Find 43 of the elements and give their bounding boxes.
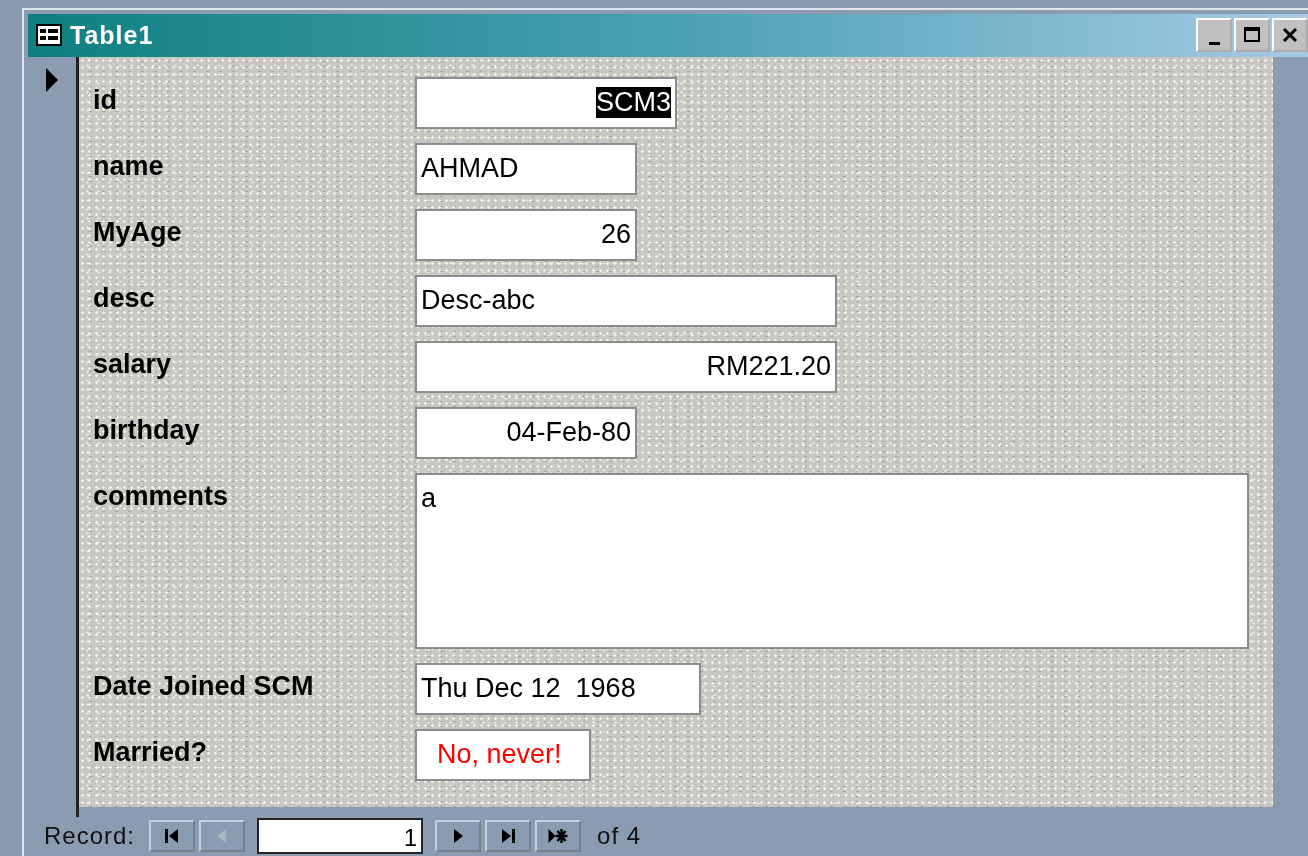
- form-icon: [36, 24, 62, 47]
- field-value: SCM3: [596, 86, 671, 118]
- new-record-button[interactable]: [535, 820, 582, 853]
- record-number-field[interactable]: 1: [257, 818, 424, 855]
- field-value: Desc-abc: [421, 284, 536, 316]
- field-value: a: [421, 482, 437, 514]
- close-button[interactable]: [1272, 18, 1308, 53]
- field-value: AHMAD: [421, 152, 519, 184]
- last-record-button[interactable]: [485, 820, 532, 853]
- field-value: 04-Feb-80: [506, 416, 631, 448]
- input-field[interactable]: Thu Dec 12 1968: [415, 662, 701, 715]
- window-title: Table1: [70, 20, 154, 50]
- minimize-icon: [1208, 41, 1220, 45]
- field-label: MyAge: [92, 215, 183, 248]
- field-label: id: [92, 83, 118, 116]
- field-label: name: [92, 149, 165, 182]
- field-label: birthday: [92, 413, 201, 446]
- field-label: desc: [92, 281, 156, 314]
- field-label: Date Joined SCM: [92, 669, 315, 702]
- record-label: Record:: [44, 822, 136, 851]
- field-value: 26: [600, 218, 631, 250]
- current-record-icon: [45, 66, 59, 93]
- input-field[interactable]: AHMAD: [415, 142, 637, 195]
- text-area[interactable]: a: [415, 472, 1249, 649]
- field-label: Married?: [92, 735, 209, 768]
- input-field[interactable]: RM221.20: [415, 340, 837, 393]
- input-field[interactable]: No, never!: [415, 728, 591, 781]
- input-field[interactable]: Desc-abc: [415, 274, 837, 327]
- first-record-button[interactable]: [149, 820, 196, 853]
- minimize-button[interactable]: [1196, 18, 1232, 53]
- close-icon: [1281, 26, 1299, 45]
- input-field[interactable]: SCM3: [415, 76, 677, 129]
- maximize-icon: [1243, 26, 1261, 45]
- next-record-button[interactable]: [435, 820, 482, 853]
- field-value: Thu Dec 12 1968: [421, 672, 636, 704]
- field-label: salary: [92, 347, 173, 380]
- field-label: comments: [92, 479, 230, 512]
- maximize-button[interactable]: [1234, 18, 1270, 53]
- input-field[interactable]: 04-Feb-80: [415, 406, 637, 459]
- field-value: No, never!: [437, 738, 562, 770]
- field-value: RM221.20: [706, 350, 831, 382]
- record-count: of 4: [597, 822, 642, 851]
- input-field[interactable]: 26: [415, 208, 637, 261]
